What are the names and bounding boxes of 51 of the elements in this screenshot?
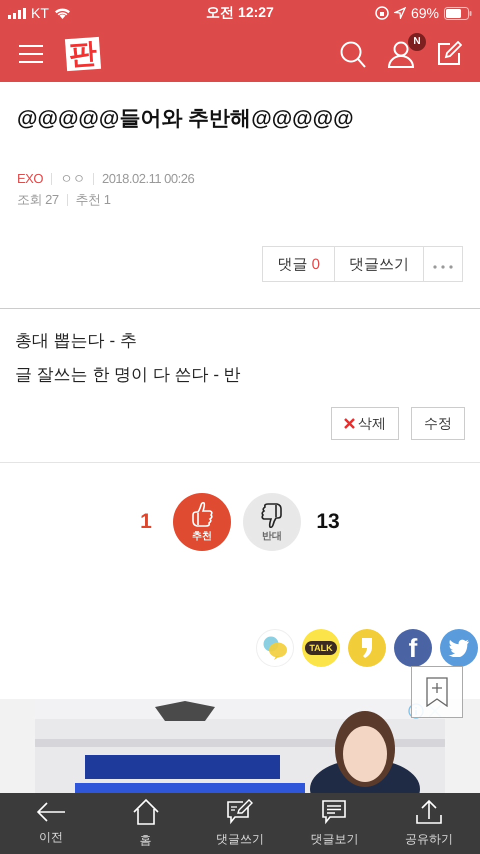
wifi-icon [54, 7, 71, 19]
logo[interactable]: 판 [64, 36, 102, 72]
write-icon[interactable] [436, 41, 462, 67]
bookmark-add-icon [426, 677, 448, 707]
edit-button[interactable]: 수정 [411, 407, 465, 440]
thumbs-down-icon [260, 501, 284, 529]
recommend-count: 추천 1 [76, 191, 110, 209]
signal-icon [8, 8, 26, 18]
chat-bubbles-icon [262, 635, 288, 661]
home-icon [132, 798, 160, 826]
write-comment-button[interactable]: 댓글쓰기 [334, 246, 424, 282]
facebook-share-button[interactable]: f [394, 629, 432, 667]
nav-back-button[interactable]: 이전 [6, 801, 96, 846]
post-author: ㅇㅇ [60, 170, 85, 188]
thumbs-up-icon [190, 501, 214, 529]
comma-icon [361, 637, 373, 659]
post-date: 2018.02.11 00:26 [102, 170, 194, 188]
notification-badge: N [408, 32, 426, 50]
comment-count-button[interactable]: 댓글 0 [262, 246, 335, 282]
recommend-button[interactable]: 추천 [173, 493, 231, 551]
delete-button[interactable]: 삭제 [331, 407, 399, 440]
carrier-name: KT [31, 5, 49, 21]
talk-share-button[interactable]: TALK [302, 629, 340, 667]
post-text: 글 잘쓰는 한 명이 다 쓴다 - 반 [15, 364, 242, 386]
oppose-total: 13 [315, 510, 341, 534]
nav-home-button[interactable]: 홈 [100, 798, 191, 849]
comment-icon [321, 799, 348, 825]
comment-write-icon [226, 799, 254, 825]
user-icon[interactable] [388, 40, 414, 68]
back-arrow-icon [36, 801, 66, 823]
nav-view-button[interactable]: 댓글보기 [289, 799, 380, 848]
battery-icon [444, 6, 472, 20]
view-count: 조회 27 [17, 191, 59, 209]
nav-write-button[interactable]: 댓글쓰기 [194, 799, 285, 848]
share-icon [414, 799, 443, 825]
bookmark-button[interactable] [411, 666, 463, 718]
more-icon [433, 264, 453, 268]
post-category[interactable]: EXO [17, 168, 43, 189]
recommend-total: 1 [139, 510, 153, 534]
search-icon[interactable] [340, 40, 366, 68]
bird-share-button[interactable] [440, 629, 478, 667]
bird-icon [448, 639, 470, 657]
menu-icon[interactable] [18, 44, 44, 64]
post-title: @@@@@들어와 추반해@@@@@ [17, 106, 355, 132]
oppose-button[interactable]: 반대 [243, 493, 301, 551]
status-time: 오전 12:27 [206, 4, 274, 22]
location-icon [394, 7, 406, 19]
nav-share-button[interactable]: 공유하기 [384, 799, 474, 848]
post-text: 총대 뽑는다 - 추 [15, 330, 138, 352]
battery-percent: 69% [410, 5, 439, 21]
close-icon [344, 418, 355, 429]
